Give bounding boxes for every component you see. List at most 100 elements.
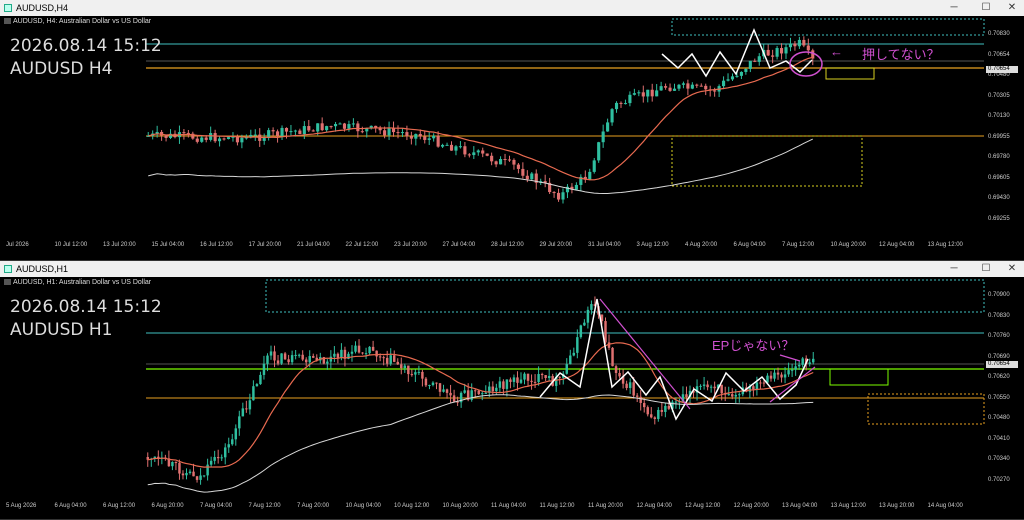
candle-body (797, 364, 801, 367)
candle-body (776, 372, 780, 375)
candle-body (706, 384, 709, 388)
candle-body (477, 390, 480, 395)
maximize-button[interactable]: ☐ (974, 0, 998, 16)
h4-datetime: 2026.08.14 15:12 (10, 36, 162, 56)
candle-body (556, 192, 561, 200)
time-label: 16 Jul 12:00 (200, 242, 233, 248)
candle-body (271, 130, 275, 132)
candle-body (530, 380, 533, 382)
candle-body (491, 386, 495, 392)
h4-titlebar[interactable]: AUDUSD,H4 ─ ☐ ✕ (0, 0, 1024, 16)
candle-body (449, 144, 454, 151)
time-label: 11 Aug 20:00 (588, 503, 623, 509)
candle-body (424, 378, 428, 386)
maximize-button[interactable]: ☐ (974, 261, 998, 277)
candle-body (238, 416, 241, 429)
time-label: 10 Jul 12:00 (54, 242, 88, 248)
h1-chart-area[interactable]: AUDUSD, H1: Australian Dollar vs US Doll… (0, 277, 1024, 519)
candle-body (389, 355, 392, 364)
candle-body (192, 471, 195, 477)
price-label: 0.70410 (988, 435, 1010, 442)
candle-body (216, 457, 220, 459)
candle-body (516, 377, 519, 383)
candle-body (204, 137, 208, 140)
candle-body (387, 127, 391, 136)
candle-body (360, 131, 364, 133)
candle-body (378, 356, 382, 358)
candle-body (174, 462, 178, 464)
candle-body (280, 353, 283, 364)
time-label: 10 Aug 12:00 (394, 503, 430, 509)
candle-body (400, 364, 403, 369)
candle-body (454, 146, 458, 151)
time-label: 13 Aug 12:00 (830, 503, 866, 509)
h1-time-scale[interactable]: 5 Aug 2026 6 Aug 04:00 6 Aug 12:00 6 Aug 20… (0, 503, 984, 515)
candle-body (431, 382, 435, 385)
candle-body (227, 444, 230, 448)
candle-body (668, 87, 672, 91)
candle-body (664, 86, 668, 88)
candle-body (618, 372, 621, 377)
candle-body (255, 384, 259, 387)
close-button[interactable]: ✕ (1000, 261, 1024, 277)
candle-body (234, 428, 238, 440)
menu-icon (4, 279, 11, 286)
candle-body (340, 349, 343, 358)
candle-body (200, 137, 204, 142)
candle-body (495, 387, 498, 392)
candle-body (779, 48, 784, 54)
candle-body (738, 394, 741, 396)
minimize-button[interactable]: ─ (942, 0, 966, 16)
candle-body (409, 136, 413, 139)
time-label: 12 Aug 04:00 (636, 503, 672, 509)
candle-body (220, 457, 223, 459)
h4-chart-area[interactable]: AUDUSD, H4: Australian Dollar vs US Doll… (0, 16, 1024, 260)
candle-body (414, 133, 418, 139)
time-label: 6 Aug 04:00 (733, 242, 766, 248)
h4-price-scale[interactable]: 0.70830 0.70654 0.70480 0.70305 0.70130 0.699… (984, 16, 1024, 238)
candle-body (235, 136, 239, 143)
candle-body (325, 126, 329, 131)
candle-body (287, 359, 290, 363)
candle-body (519, 379, 523, 383)
h1-titlebar[interactable]: AUDUSD,H1 ─ ☐ ✕ (0, 261, 1024, 277)
candle-body (316, 123, 320, 132)
candle-body (686, 83, 690, 89)
candle-body (262, 138, 266, 141)
candle-body (579, 325, 583, 338)
price-label: 0.70480 (988, 415, 1010, 421)
time-label: Jul 2026 (6, 242, 29, 248)
candle-body (307, 126, 311, 131)
time-label: 10 Aug 20:00 (442, 503, 478, 509)
candle-body (213, 457, 216, 461)
candle-body (361, 352, 364, 354)
candle-body (458, 146, 462, 148)
h4-time-scale[interactable]: Jul 2026 10 Jul 12:00 13 Jul 20:00 15 Jul 0… (0, 242, 984, 254)
candle-body (438, 383, 442, 392)
h4-annotation-note: 押してない？ (862, 47, 940, 62)
candle-body (342, 123, 347, 129)
candle-body (473, 390, 477, 392)
time-label: 21 Jul 04:00 (297, 242, 330, 248)
candle-body (283, 353, 287, 360)
candle-body (213, 133, 217, 142)
h1-price-scale[interactable]: 0.70900 0.70830 0.70760 0.70690 0.70620 0.705… (984, 277, 1024, 499)
candle-body (393, 355, 396, 362)
candle-body (685, 394, 688, 398)
candle-body (442, 389, 445, 392)
candle-body (565, 364, 568, 374)
candle-body (657, 409, 660, 419)
candle-body (690, 84, 694, 89)
candle-body (771, 55, 775, 57)
candle-body (783, 374, 787, 378)
candle-body (338, 123, 342, 125)
price-label: 0.69430 (988, 195, 1010, 201)
time-label: 11 Aug 04:00 (491, 503, 526, 509)
close-button[interactable]: ✕ (1000, 0, 1024, 16)
time-label: 10 Aug 20:00 (830, 242, 866, 248)
candle-body (241, 408, 245, 417)
time-label: 13 Aug 12:00 (927, 242, 963, 248)
candle-body (576, 337, 579, 353)
candle-body (537, 374, 540, 382)
minimize-button[interactable]: ─ (942, 261, 966, 277)
